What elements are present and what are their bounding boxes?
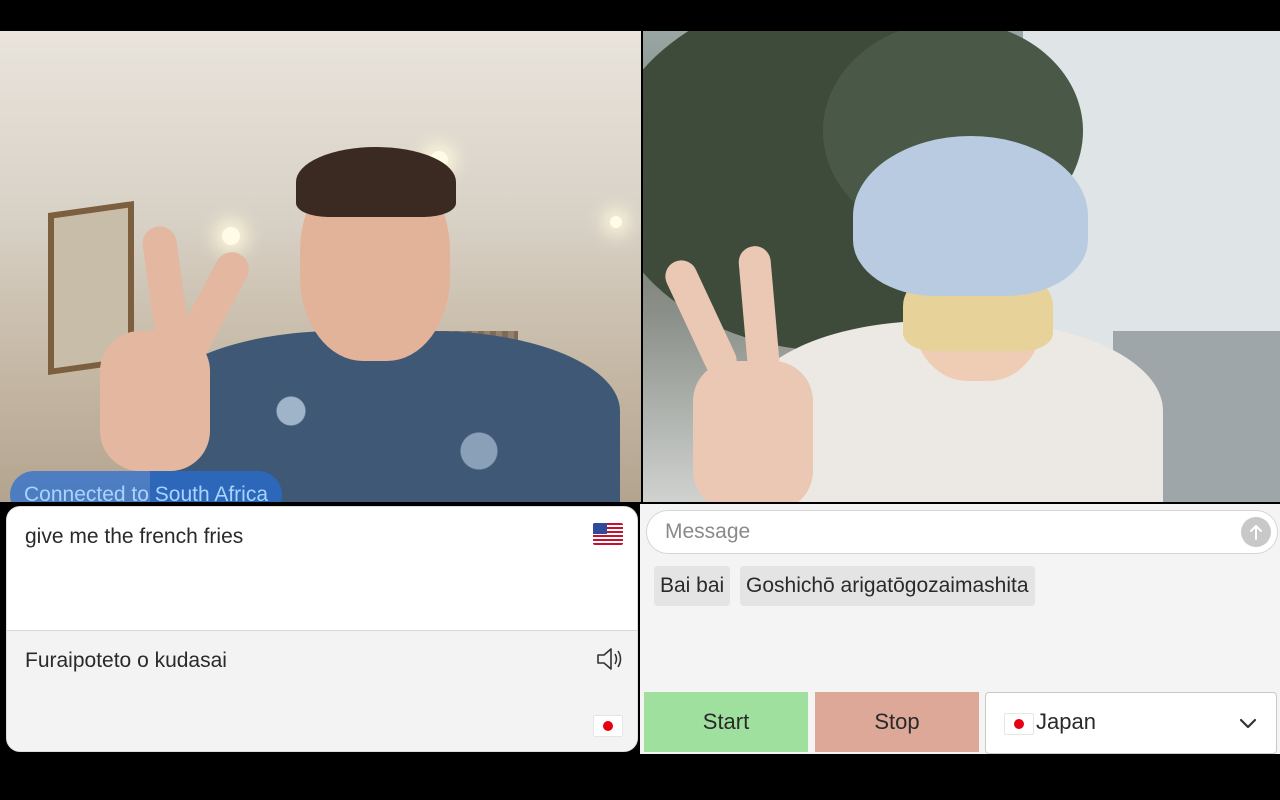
local-video: Connected to South Africa bbox=[0, 31, 641, 502]
translated-text: Furaipoteto o kudasai bbox=[25, 649, 227, 672]
country-select[interactable]: Japan bbox=[985, 692, 1277, 754]
translated-text-area: Furaipoteto o kudasai bbox=[7, 630, 637, 751]
source-text: give me the french fries bbox=[25, 525, 244, 548]
remote-video bbox=[643, 31, 1280, 502]
start-button[interactable]: Start bbox=[644, 692, 808, 752]
japan-flag-icon[interactable] bbox=[593, 715, 623, 737]
speaker-icon[interactable] bbox=[595, 645, 625, 673]
bucket-hat bbox=[853, 136, 1088, 296]
send-button[interactable] bbox=[1241, 517, 1271, 547]
hand-palm bbox=[100, 331, 210, 471]
message-placeholder: Message bbox=[665, 520, 751, 543]
ceiling-light bbox=[610, 216, 622, 228]
chevron-down-icon bbox=[1239, 718, 1257, 729]
source-text-area[interactable]: give me the french fries bbox=[7, 507, 637, 629]
us-flag-icon[interactable] bbox=[593, 523, 623, 545]
translator-panel: give me the french fries Furaipoteto o k… bbox=[6, 506, 638, 752]
arrow-up-icon bbox=[1250, 525, 1262, 540]
ceiling-light bbox=[222, 227, 240, 245]
connection-status-pill: Connected to South Africa bbox=[10, 471, 282, 502]
stop-button[interactable]: Stop bbox=[815, 692, 979, 752]
hand-palm bbox=[693, 361, 813, 502]
suggestion-chip[interactable]: Bai bai bbox=[654, 566, 731, 606]
japan-flag-icon bbox=[1004, 713, 1034, 735]
person-hair bbox=[296, 147, 456, 217]
suggestion-chip[interactable]: Goshichō arigatōgozaimashita bbox=[740, 566, 1035, 606]
message-input[interactable]: Message bbox=[646, 510, 1278, 554]
country-label: Japan bbox=[1036, 709, 1096, 734]
